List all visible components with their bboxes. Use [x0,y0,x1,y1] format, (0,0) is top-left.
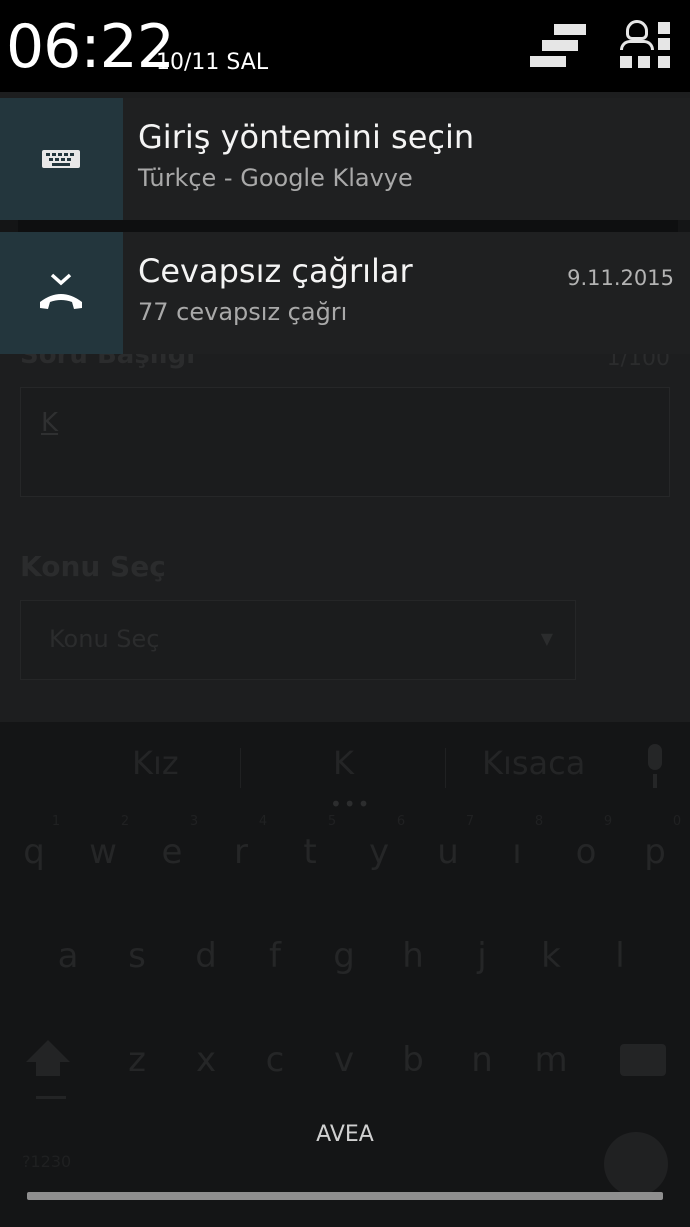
key[interactable]: e [152,832,192,872]
key[interactable]: h [393,936,433,976]
quick-settings-icon[interactable] [618,20,670,72]
key[interactable]: m [531,1040,571,1080]
key[interactable]: j [462,936,502,976]
key[interactable]: v [324,1040,364,1080]
key[interactable]: o [566,832,606,872]
suggestion-divider [445,748,446,788]
key-hint: 8 [534,814,544,829]
key-hint: 2 [120,814,130,829]
key[interactable]: a [48,936,88,976]
key[interactable]: q [14,832,54,872]
key[interactable]: f [255,936,295,976]
notification-icon-box [0,98,123,220]
clear-all-notifications-icon[interactable] [526,20,590,72]
key-hint: 6 [396,814,406,829]
topic-select[interactable]: Konu Seç ▼ [20,600,576,680]
keyboard-icon [42,150,80,168]
backspace-key-icon[interactable] [620,1044,666,1076]
key[interactable]: t [290,832,330,872]
shift-key-icon[interactable] [26,1040,70,1099]
key[interactable]: p [635,832,675,872]
suggestion-2[interactable]: K [333,744,354,782]
key-hint: 9 [603,814,613,829]
key[interactable]: w [83,832,123,872]
key[interactable]: l [600,936,640,976]
key[interactable]: c [255,1040,295,1080]
topic-label: Konu Seç [20,550,166,583]
notification-subtitle: 77 cevapsız çağrı [138,298,348,326]
carrier-label: AVEA [316,1122,374,1147]
key[interactable]: r [221,832,261,872]
key[interactable]: s [117,936,157,976]
clock: 06:22 [6,12,175,82]
suggestion-strip: Kız K Kısaca ••• [0,722,690,816]
suggestion-3[interactable]: Kısaca [482,744,585,782]
more-suggestions-icon[interactable]: ••• [330,792,371,816]
suggestion-1[interactable]: Kız [132,744,179,782]
status-bar: 06:22 10/11 SAL [0,0,690,92]
suggestion-divider [240,748,241,788]
microphone-icon[interactable] [640,744,670,792]
chevron-down-icon: ▼ [540,629,553,648]
question-title-input[interactable]: K [20,387,670,497]
notification-input-method[interactable]: Giriş yöntemini seçin Türkçe - Google Kl… [0,98,690,220]
key[interactable]: d [186,936,226,976]
notification-shade-handle[interactable] [27,1192,663,1200]
key[interactable]: ı [497,832,537,872]
key[interactable]: b [393,1040,433,1080]
key-hint: 3 [189,814,199,829]
key[interactable]: n [462,1040,502,1080]
topic-select-value: Konu Seç [49,625,160,653]
notification-subtitle: Türkçe - Google Klavye [138,164,413,192]
notification-time: 9.11.2015 [567,266,674,290]
key[interactable]: x [186,1040,226,1080]
key-hint: 5 [327,814,337,829]
symbols-key[interactable]: ?1230 [22,1152,71,1171]
missed-call-icon [40,273,82,309]
question-title-input-value: K [41,408,59,438]
notification-divider [0,220,690,232]
notification-missed-calls[interactable]: Cevapsız çağrılar 9.11.2015 77 cevapsız … [0,232,690,354]
notification-title: Cevapsız çağrılar [138,252,413,290]
key[interactable]: y [359,832,399,872]
key[interactable]: u [428,832,468,872]
date: 10/11 SAL [156,50,269,75]
key[interactable]: k [531,936,571,976]
notification-icon-box [0,232,123,354]
key-hint: 0 [672,814,682,829]
notification-title: Giriş yöntemini seçin [138,118,475,156]
key-hint: 1 [51,814,61,829]
key[interactable]: g [324,936,364,976]
key-hint: 7 [465,814,475,829]
key-hint: 4 [258,814,268,829]
key[interactable]: z [117,1040,157,1080]
